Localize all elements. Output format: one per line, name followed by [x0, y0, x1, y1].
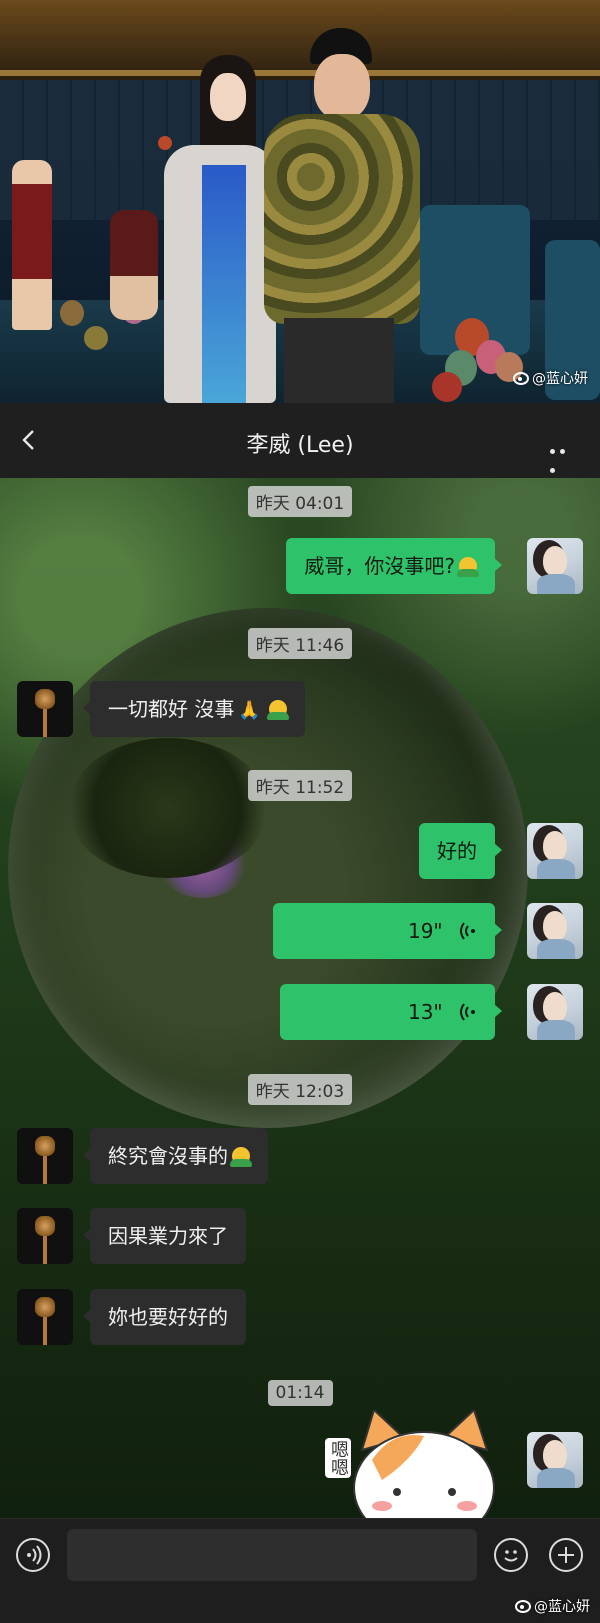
- avatar-self[interactable]: [527, 1432, 583, 1488]
- avatar-contact[interactable]: [17, 1289, 73, 1345]
- cat-sticker[interactable]: [352, 1410, 497, 1520]
- emoji-icon: [504, 1550, 518, 1562]
- weibo-icon: [515, 1600, 531, 1613]
- voice-wave-icon: [460, 1003, 475, 1021]
- photo-watermark: @蓝心妍: [513, 368, 588, 388]
- photo-balloon: [432, 372, 462, 402]
- message-timestamp: 昨天 12:03: [0, 1074, 600, 1105]
- footer-watermark: @蓝心妍: [515, 1596, 590, 1616]
- person-emoji-icon: [457, 557, 479, 577]
- message-text-input[interactable]: [67, 1529, 477, 1581]
- message-incoming[interactable]: 因果業力來了: [83, 1208, 246, 1264]
- photo-balloon: [84, 326, 108, 350]
- message-outgoing[interactable]: 好的: [419, 823, 502, 879]
- avatar-contact[interactable]: [17, 1128, 73, 1184]
- voice-message[interactable]: 19": [273, 903, 502, 959]
- plus-icon: [558, 1547, 574, 1563]
- message-timestamp: 昨天 11:52: [0, 770, 600, 801]
- message-incoming[interactable]: 一切都好 沒事 🙏: [83, 681, 305, 737]
- chat-title: 李威 (Lee): [246, 433, 354, 458]
- voice-wave-icon: [460, 922, 475, 940]
- footer-bar: @蓝心妍: [0, 1590, 600, 1623]
- chat-messages-area[interactable]: 昨天 04:01 威哥，你沒事吧? 昨天 11:46 一切都好 沒事 🙏 昨天 1…: [0, 478, 600, 1518]
- person-emoji-icon: [266, 700, 289, 720]
- photo-balloon: [60, 300, 84, 326]
- header-photo: @蓝心妍: [0, 0, 600, 403]
- message-input-bar: [0, 1518, 600, 1591]
- photo-person-man: [262, 28, 422, 403]
- voice-input-icon: [27, 1545, 42, 1565]
- avatar-self[interactable]: [527, 823, 583, 879]
- person-emoji-icon: [230, 1147, 252, 1167]
- message-incoming[interactable]: 終究會沒事的: [83, 1128, 268, 1184]
- voice-message[interactable]: 13": [280, 984, 502, 1040]
- avatar-self[interactable]: [527, 984, 583, 1040]
- message-incoming[interactable]: 妳也要好好的: [83, 1289, 246, 1345]
- weibo-icon: [513, 372, 529, 385]
- voice-input-button[interactable]: [16, 1538, 50, 1572]
- message-outgoing[interactable]: 威哥，你沒事吧?: [286, 538, 502, 594]
- photo-person-background: [12, 160, 52, 330]
- chat-header: 李威 (Lee): [0, 403, 600, 478]
- avatar-self[interactable]: [527, 538, 583, 594]
- message-timestamp: 01:14: [0, 1380, 600, 1406]
- pray-emoji-icon: 🙏: [238, 700, 261, 721]
- more-functions-button[interactable]: [549, 1538, 583, 1572]
- message-timestamp: 昨天 11:46: [0, 628, 600, 659]
- sticker-caption: 嗯嗯: [325, 1438, 351, 1478]
- photo-person-background: [110, 210, 158, 320]
- more-options-icon[interactable]: [550, 439, 578, 473]
- emoji-button[interactable]: [494, 1538, 528, 1572]
- avatar-contact[interactable]: [17, 1208, 73, 1264]
- message-timestamp: 昨天 04:01: [0, 486, 600, 517]
- avatar-self[interactable]: [527, 903, 583, 959]
- avatar-contact[interactable]: [17, 681, 73, 737]
